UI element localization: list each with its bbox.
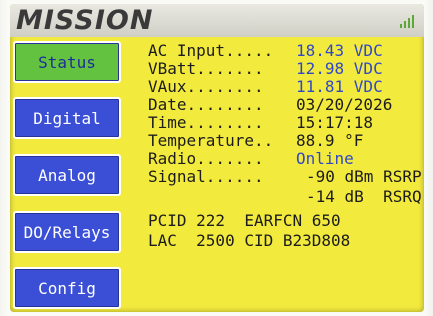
time-value: 15:17:18 [296, 113, 374, 132]
do-relays-button[interactable]: DO/Relays [13, 211, 121, 253]
vaux-label: VAux........ [148, 77, 264, 96]
pcid-earfcn-line: PCID 222 EARFCN 650 [148, 211, 341, 230]
lac-cid-line: LAC 2500 CID B23D808 [148, 231, 351, 250]
vbatt-value: 12.98 VDC [296, 59, 383, 78]
signal-label: Signal...... [148, 167, 264, 186]
signal-bars-icon [400, 14, 416, 28]
temperature-label: Temperature.. [148, 131, 274, 150]
digital-button[interactable]: Digital [13, 97, 121, 139]
config-button[interactable]: Config [13, 267, 121, 309]
time-label: Time........ [148, 113, 264, 132]
status-button[interactable]: Status [13, 41, 121, 83]
header-bar: MISSION [10, 4, 424, 37]
ac-input-label: AC Input..... [148, 41, 274, 60]
ac-input-value: 18.43 VDC [296, 41, 383, 60]
analog-button[interactable]: Analog [13, 154, 121, 196]
rsrp-value: -90 dBm RSRP [306, 167, 422, 186]
temperature-value: 88.9 °F [296, 131, 364, 150]
rsrq-value: -14 dB RSRQ [306, 187, 422, 206]
date-label: Date........ [148, 95, 264, 114]
radio-label: Radio....... [148, 149, 264, 168]
date-value: 03/20/2026 [296, 95, 393, 114]
mission-logo: MISSION [16, 5, 154, 36]
vbatt-label: VBatt....... [148, 59, 264, 78]
vaux-value: 11.81 VDC [296, 77, 383, 96]
radio-status-value: Online [296, 149, 354, 168]
lcd-screen: MISSION Status Digital Analog DO/Relays … [10, 4, 424, 312]
